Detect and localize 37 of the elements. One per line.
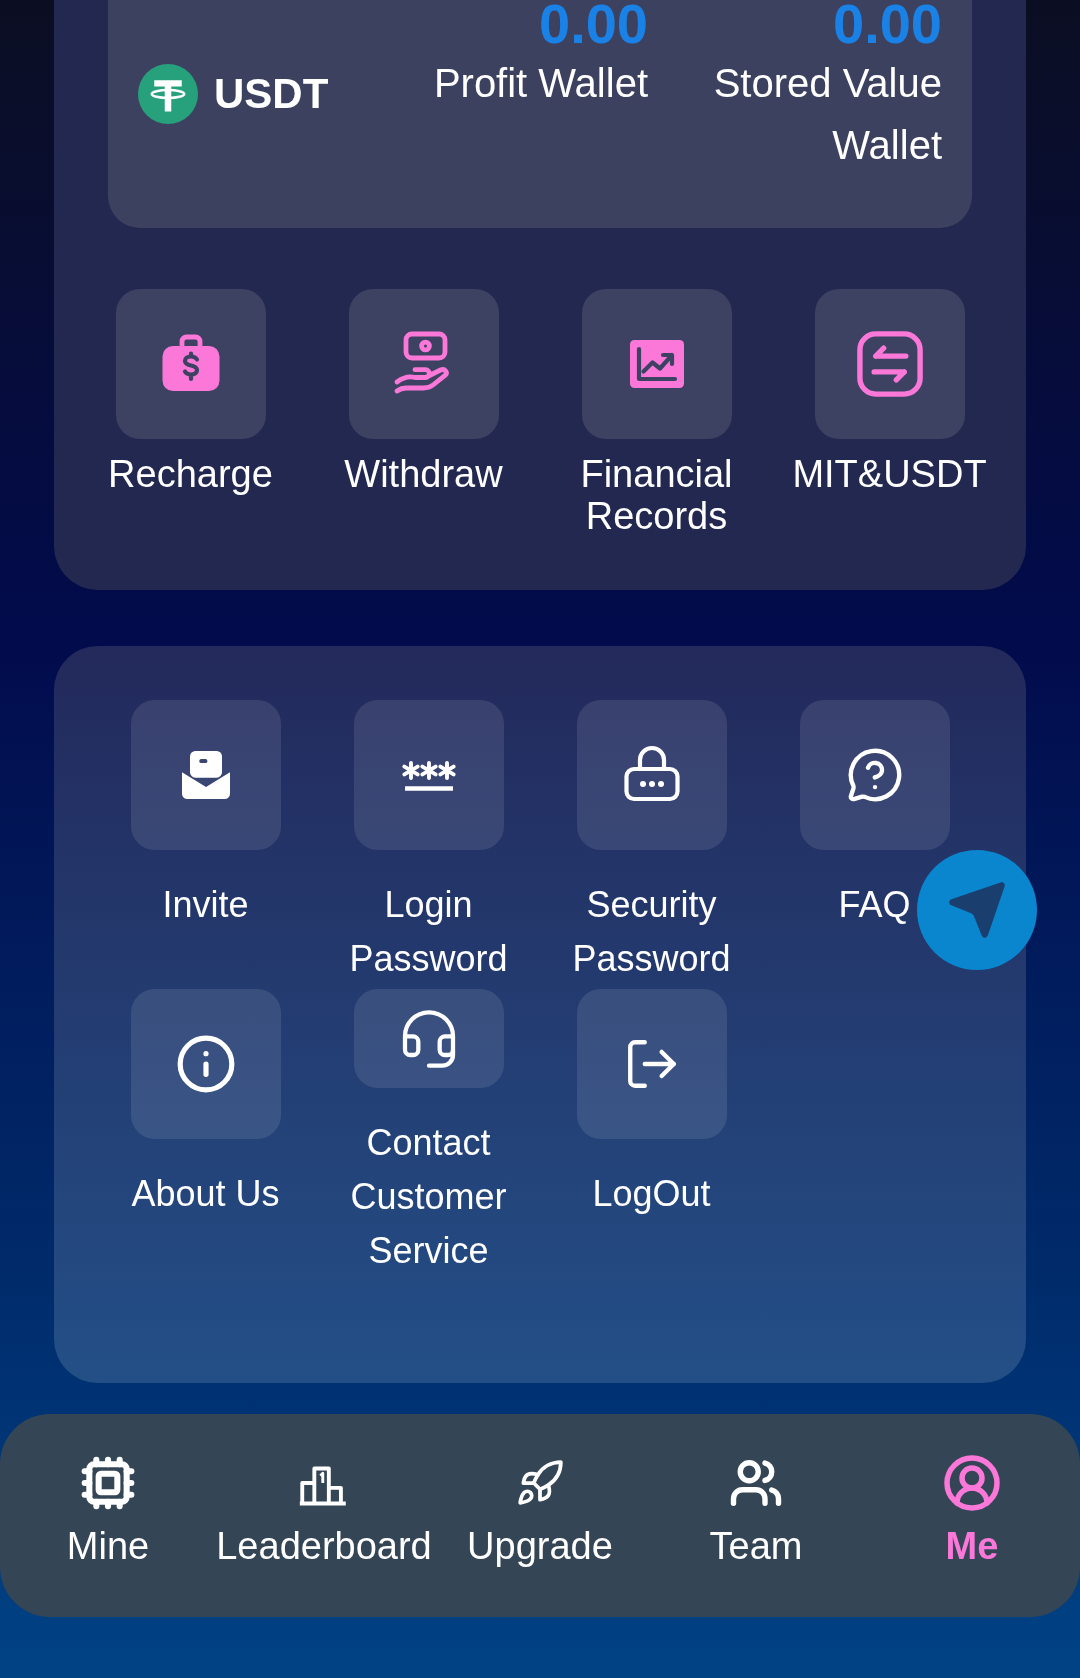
menu-label: About Us [130, 1172, 281, 1216]
action-tile[interactable] [115, 289, 266, 439]
menu-label: Security Password [571, 883, 732, 981]
action-tile[interactable] [581, 289, 732, 439]
user-avatar-icon [942, 1453, 1002, 1513]
action-label: Financial Records [579, 453, 734, 537]
action-label: Recharge [107, 453, 274, 495]
action-tile[interactable] [348, 289, 499, 439]
wallet-label: Profit Wallet [432, 60, 648, 107]
paper-plane-icon [946, 879, 1008, 941]
menu-label: Invite [161, 883, 250, 927]
nav-tab[interactable]: Team [648, 1452, 864, 1568]
menu-label: Contact Customer Service [349, 1121, 508, 1273]
menu-tile[interactable] [130, 700, 281, 850]
rocket-icon [515, 1458, 565, 1508]
action-tile[interactable] [814, 289, 965, 439]
nav-tab[interactable]: Mine [0, 1452, 216, 1568]
nav-tab[interactable]: Upgrade [432, 1452, 648, 1568]
menu-tile[interactable] [799, 700, 950, 850]
menu-label: LogOut [591, 1172, 712, 1216]
menu-label: Login Password [348, 883, 509, 981]
menu-tile[interactable] [576, 989, 727, 1139]
action-label: Withdraw [343, 453, 504, 495]
menu-tile[interactable] [576, 700, 727, 850]
balance-amount: 0.00 [539, 0, 648, 52]
action-label: MIT&USDT [791, 453, 988, 495]
nav-tab[interactable]: Leaderboard [216, 1452, 432, 1568]
menu-tile[interactable] [353, 989, 504, 1088]
usdt-logo-icon [138, 63, 198, 124]
balance-amount: 0.00 [833, 0, 942, 52]
wallet-label: Stored Value Wallet [712, 60, 942, 169]
menu-tile[interactable] [353, 700, 504, 850]
menu-label: FAQ [837, 883, 912, 927]
currency-name: USDT [214, 69, 329, 119]
nav-tab[interactable]: Me [864, 1452, 1080, 1568]
menu-tile[interactable] [130, 989, 281, 1139]
chip-icon [80, 1455, 136, 1511]
